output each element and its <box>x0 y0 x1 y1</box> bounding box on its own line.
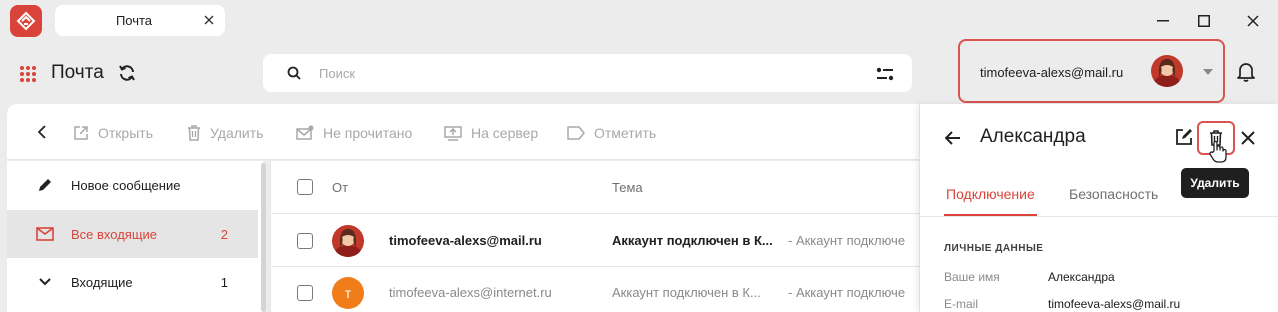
table-row[interactable]: timofeeva-alexs@mail.ru Аккаунт подключе… <box>271 215 920 267</box>
toolbar-tag-button[interactable]: Отметить <box>567 123 656 143</box>
message-subject: Аккаунт подключен в К... <box>612 285 761 300</box>
avatar <box>1151 55 1183 87</box>
toolbar-delete-label: Удалить <box>210 125 264 141</box>
close-icon[interactable] <box>1240 8 1266 34</box>
select-all-checkbox[interactable] <box>297 179 313 195</box>
pencil-icon <box>35 175 55 195</box>
sidebar-item-count: 2 <box>220 227 228 242</box>
account-email: timofeeva-alexs@mail.ru <box>980 65 1124 80</box>
bell-icon[interactable] <box>1235 60 1257 84</box>
sidebar-item-count: 1 <box>220 275 228 290</box>
close-icon[interactable] <box>1241 131 1255 145</box>
tooltip: Удалить <box>1181 168 1249 198</box>
field-value-name: Александра <box>1048 270 1115 284</box>
toolbar-delete-button[interactable]: Удалить <box>187 123 263 143</box>
toolbar-open-label: Открыть <box>98 125 153 141</box>
inbox-icon <box>35 224 55 244</box>
field-label-name: Ваше имя <box>944 270 1000 284</box>
search-bar[interactable] <box>263 54 912 92</box>
account-panel: Александра Подключение Безопасность ЛИЧН… <box>919 104 1278 312</box>
message-sender: timofeeva-alexs@mail.ru <box>389 233 542 248</box>
divider <box>920 216 1278 217</box>
message-sender: timofeeva-alexs@internet.ru <box>389 285 552 300</box>
message-subject: Аккаунт подключен в К... <box>612 233 773 248</box>
toolbar-open-button[interactable]: Открыть <box>73 123 153 143</box>
toolbar-mark-unread-button[interactable]: Не прочитано <box>296 123 412 143</box>
section-title: ЛИЧНЫЕ ДАННЫЕ <box>944 243 1044 254</box>
sidebar-item-label: Входящие <box>71 275 133 290</box>
field-label-email: E-mail <box>944 297 979 311</box>
maximize-icon[interactable] <box>1191 8 1217 34</box>
toolbar-to-server-label: На сервер <box>471 125 539 141</box>
tab-close-icon[interactable] <box>201 12 217 28</box>
message-preview: - Аккаунт подключе <box>788 233 906 248</box>
hand-cursor-icon <box>1208 140 1232 166</box>
apps-grid-icon[interactable] <box>17 63 39 85</box>
row-checkbox[interactable] <box>297 233 313 249</box>
column-header-subject[interactable]: Тема <box>612 180 643 195</box>
avatar: т <box>332 277 364 309</box>
minimize-icon[interactable] <box>1150 8 1176 34</box>
sidebar-item-inbox[interactable]: Входящие 1 <box>7 258 258 306</box>
message-preview: - Аккаунт подключе <box>788 285 906 300</box>
message-list: От Тема timofeeva-alexs@mail.ru Аккаунт … <box>270 161 920 312</box>
refresh-icon[interactable] <box>117 62 137 84</box>
sidebar-scrollbar[interactable] <box>261 163 266 312</box>
tab-connection[interactable]: Подключение <box>946 186 1035 202</box>
list-header: От Тема <box>271 161 920 214</box>
window-tab[interactable]: Почта <box>55 5 225 36</box>
mail-unread-icon <box>296 125 314 141</box>
chevron-down-icon <box>1203 69 1213 75</box>
sidebar-item-all-inbox[interactable]: Все входящие 2 <box>7 210 258 258</box>
toolbar-to-server-button[interactable]: На сервер <box>444 123 538 143</box>
field-value-email: timofeeva-alexs@mail.ru <box>1048 297 1181 311</box>
app-title: Почта <box>51 62 104 83</box>
tab-title: Почта <box>115 13 153 28</box>
toolbar-tag-label: Отметить <box>594 125 657 141</box>
table-row[interactable]: т timofeeva-alexs@internet.ru Аккаунт по… <box>271 267 920 312</box>
app-header: Почта timofeeva-alexs@mail.ru <box>0 39 1278 104</box>
app-logo-icon <box>10 5 42 37</box>
chevron-down-icon[interactable] <box>35 272 55 292</box>
sidebar-item-new-message[interactable]: Новое сообщение <box>7 161 258 209</box>
toolbar-mark-unread-label: Не прочитано <box>323 125 413 141</box>
search-input[interactable] <box>319 65 839 82</box>
column-header-from[interactable]: От <box>332 180 348 195</box>
panel-title: Александра <box>980 126 1086 147</box>
open-external-icon <box>73 125 89 141</box>
tag-icon <box>567 126 585 140</box>
tab-security[interactable]: Безопасность <box>1069 186 1158 202</box>
search-icon <box>285 64 303 82</box>
arrow-left-icon[interactable] <box>944 130 962 146</box>
account-switcher[interactable]: timofeeva-alexs@mail.ru <box>958 39 1225 103</box>
trash-icon <box>187 125 201 141</box>
row-checkbox[interactable] <box>297 285 313 301</box>
message-toolbar: Открыть Удалить Не прочитано На сервер О… <box>7 104 919 160</box>
filter-settings-icon[interactable] <box>875 66 895 82</box>
avatar <box>332 225 364 257</box>
upload-server-icon <box>444 125 462 141</box>
sidebar-item-label: Новое сообщение <box>71 178 181 193</box>
folder-sidebar: Новое сообщение Все входящие 2 Входящие … <box>7 161 266 312</box>
title-bar: Почта <box>0 0 1278 42</box>
chevron-left-icon[interactable] <box>37 124 47 140</box>
sidebar-item-label: Все входящие <box>71 227 158 242</box>
edit-icon[interactable] <box>1175 128 1193 146</box>
